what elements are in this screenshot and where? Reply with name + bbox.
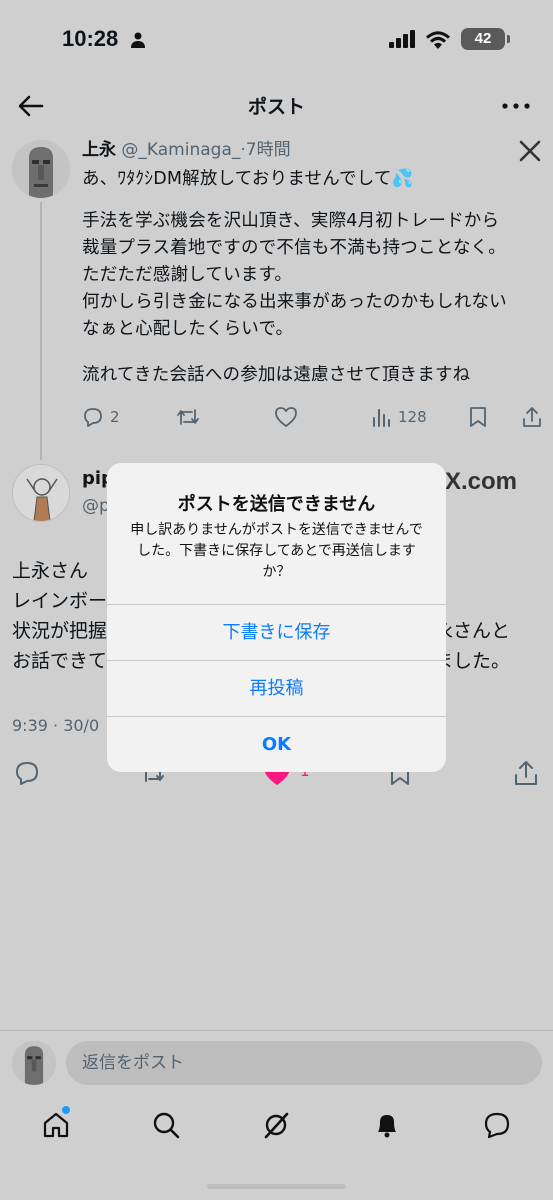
tweet-line-left: お話できて <box>12 650 108 672</box>
like-icon <box>275 407 297 427</box>
xcom-text: X.com <box>444 468 517 495</box>
person-icon <box>131 32 145 48</box>
status-bar: 10:28 42 <box>0 0 553 80</box>
alert-message: 申し訳ありませんがポストを送信できませんでした。下書きに保存してあとで再送信しま… <box>130 522 423 580</box>
more-icon[interactable] <box>501 96 531 116</box>
home-icon[interactable] <box>41 1110 71 1140</box>
like-button[interactable] <box>274 406 298 428</box>
share-icon[interactable] <box>514 760 538 786</box>
author-handle[interactable]: @_Kaminaga_ <box>121 140 240 160</box>
thread-line <box>40 202 42 460</box>
save-draft-button[interactable]: 下書きに保存 <box>107 604 446 660</box>
reply-input[interactable]: 返信をポスト <box>66 1041 542 1085</box>
tweet-date: 9:39 · 30/0 <box>12 716 100 735</box>
tweet-text-last: 流れてきた会話への参加は遠慮させて頂きますね <box>82 365 471 385</box>
share-icon <box>523 407 541 427</box>
tweet-actions: 2 128 <box>82 406 542 434</box>
tweet-main: 上永 @_Kaminaga_·7時間 あ、ﾜﾀｸｼDM解放しておりませんでして💦… <box>82 138 542 389</box>
retry-post-button[interactable]: 再投稿 <box>107 660 446 716</box>
avatar <box>12 1041 56 1085</box>
reply-count: 2 <box>110 408 120 426</box>
home-indicator <box>207 1184 346 1189</box>
repost-icon <box>177 409 199 425</box>
ok-button[interactable]: OK <box>107 716 446 772</box>
avatar[interactable] <box>12 140 70 198</box>
tab-bar <box>0 1100 553 1160</box>
wifi-icon <box>426 30 450 49</box>
page-title: ポスト <box>247 96 305 118</box>
tweet-line-left: 上永さん <box>12 560 89 582</box>
status-time: 10:28 <box>62 26 119 51</box>
moai-avatar-image <box>12 140 70 198</box>
views-button[interactable]: 128 <box>372 406 427 428</box>
share-button[interactable] <box>522 406 542 428</box>
grok-icon[interactable] <box>261 1110 291 1140</box>
tweet-header: 上永 @_Kaminaga_·7時間 <box>82 138 542 162</box>
tweet-text-body: 手法を学ぶ機会を沢山頂き、実際4月初トレードから 裁量プラス着地ですので不信も不… <box>82 211 507 339</box>
reply-icon[interactable] <box>14 760 40 786</box>
status-right: 42 <box>389 28 510 50</box>
bell-icon[interactable] <box>372 1110 402 1140</box>
messages-icon[interactable] <box>482 1110 512 1140</box>
reply-button[interactable]: 2 <box>82 406 120 428</box>
search-icon[interactable] <box>151 1110 181 1140</box>
moai-avatar-image <box>12 1041 56 1085</box>
views-count: 128 <box>398 408 427 426</box>
battery-indicator: 42 <box>461 28 510 50</box>
illustration-avatar-image <box>13 465 69 521</box>
author-handle[interactable]: @p <box>82 496 110 516</box>
alert-dialog: ポストを送信できません 申し訳ありませんがポストを送信できませんでした。下書きに… <box>107 463 446 772</box>
avatar[interactable] <box>12 464 70 522</box>
alert-title: ポストを送信できません <box>177 494 376 515</box>
x-logo-icon <box>519 140 541 162</box>
reply-icon <box>84 408 102 427</box>
tweet-line-left: レインボー <box>12 590 108 612</box>
bookmark-icon <box>470 407 486 427</box>
notification-dot <box>62 1106 70 1114</box>
bookmark-button[interactable] <box>468 406 488 428</box>
author-name[interactable]: 上永 <box>82 140 116 160</box>
tweet-text-line1: あ、ﾜﾀｸｼDM解放しておりませんでして💦 <box>82 169 414 189</box>
top-navigation: ポスト <box>0 84 553 128</box>
signal-icon <box>389 30 415 48</box>
repost-button[interactable] <box>176 406 200 428</box>
tweet-time: ·7時間 <box>240 140 291 160</box>
reply-bar: 返信をポスト <box>0 1030 553 1092</box>
views-icon <box>373 409 390 427</box>
tweet-line-left: 状況が把握 <box>12 620 108 642</box>
